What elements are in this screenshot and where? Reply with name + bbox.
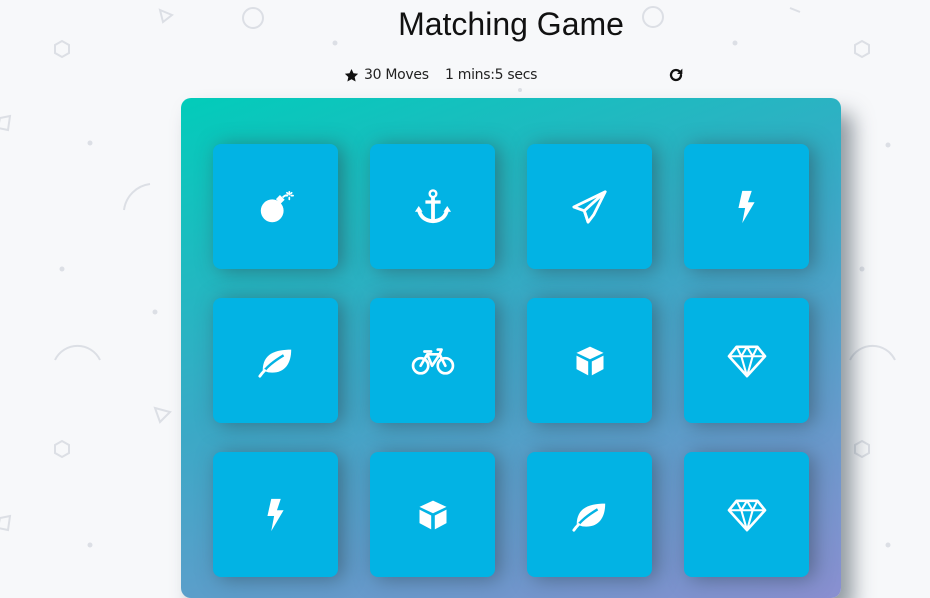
card-deck <box>181 98 841 598</box>
anchor-icon <box>414 188 451 223</box>
leaf-icon <box>571 503 605 532</box>
paper-plane-icon <box>571 189 607 224</box>
bicycle-icon <box>411 347 454 375</box>
cube-icon <box>576 346 603 375</box>
card-cube[interactable] <box>527 298 652 423</box>
card-bomb[interactable] <box>213 144 338 269</box>
card-leaf[interactable] <box>213 298 338 423</box>
repeat-icon[interactable] <box>668 67 684 83</box>
card-diamond[interactable] <box>684 298 809 423</box>
cube-icon <box>419 500 446 529</box>
card-paper-plane[interactable] <box>527 144 652 269</box>
star-icon <box>344 68 359 82</box>
diamond-icon <box>727 344 766 377</box>
diamond-icon <box>727 498 766 531</box>
bolt-icon <box>737 190 755 223</box>
card-leaf[interactable] <box>527 452 652 577</box>
bolt-icon <box>266 498 284 531</box>
card-anchor[interactable] <box>370 144 495 269</box>
timer-display: 1 mins:5 secs <box>445 67 538 83</box>
moves-counter: 30 Moves <box>364 67 429 83</box>
leaf-icon <box>257 349 291 378</box>
card-cube[interactable] <box>370 452 495 577</box>
card-diamond[interactable] <box>684 452 809 577</box>
page-title: Matching Game <box>398 6 624 42</box>
card-bolt[interactable] <box>213 452 338 577</box>
score-panel: 30 Moves 1 mins:5 secs <box>344 66 689 86</box>
card-bicycle[interactable] <box>370 298 495 423</box>
bomb-icon <box>260 190 294 222</box>
card-bolt[interactable] <box>684 144 809 269</box>
